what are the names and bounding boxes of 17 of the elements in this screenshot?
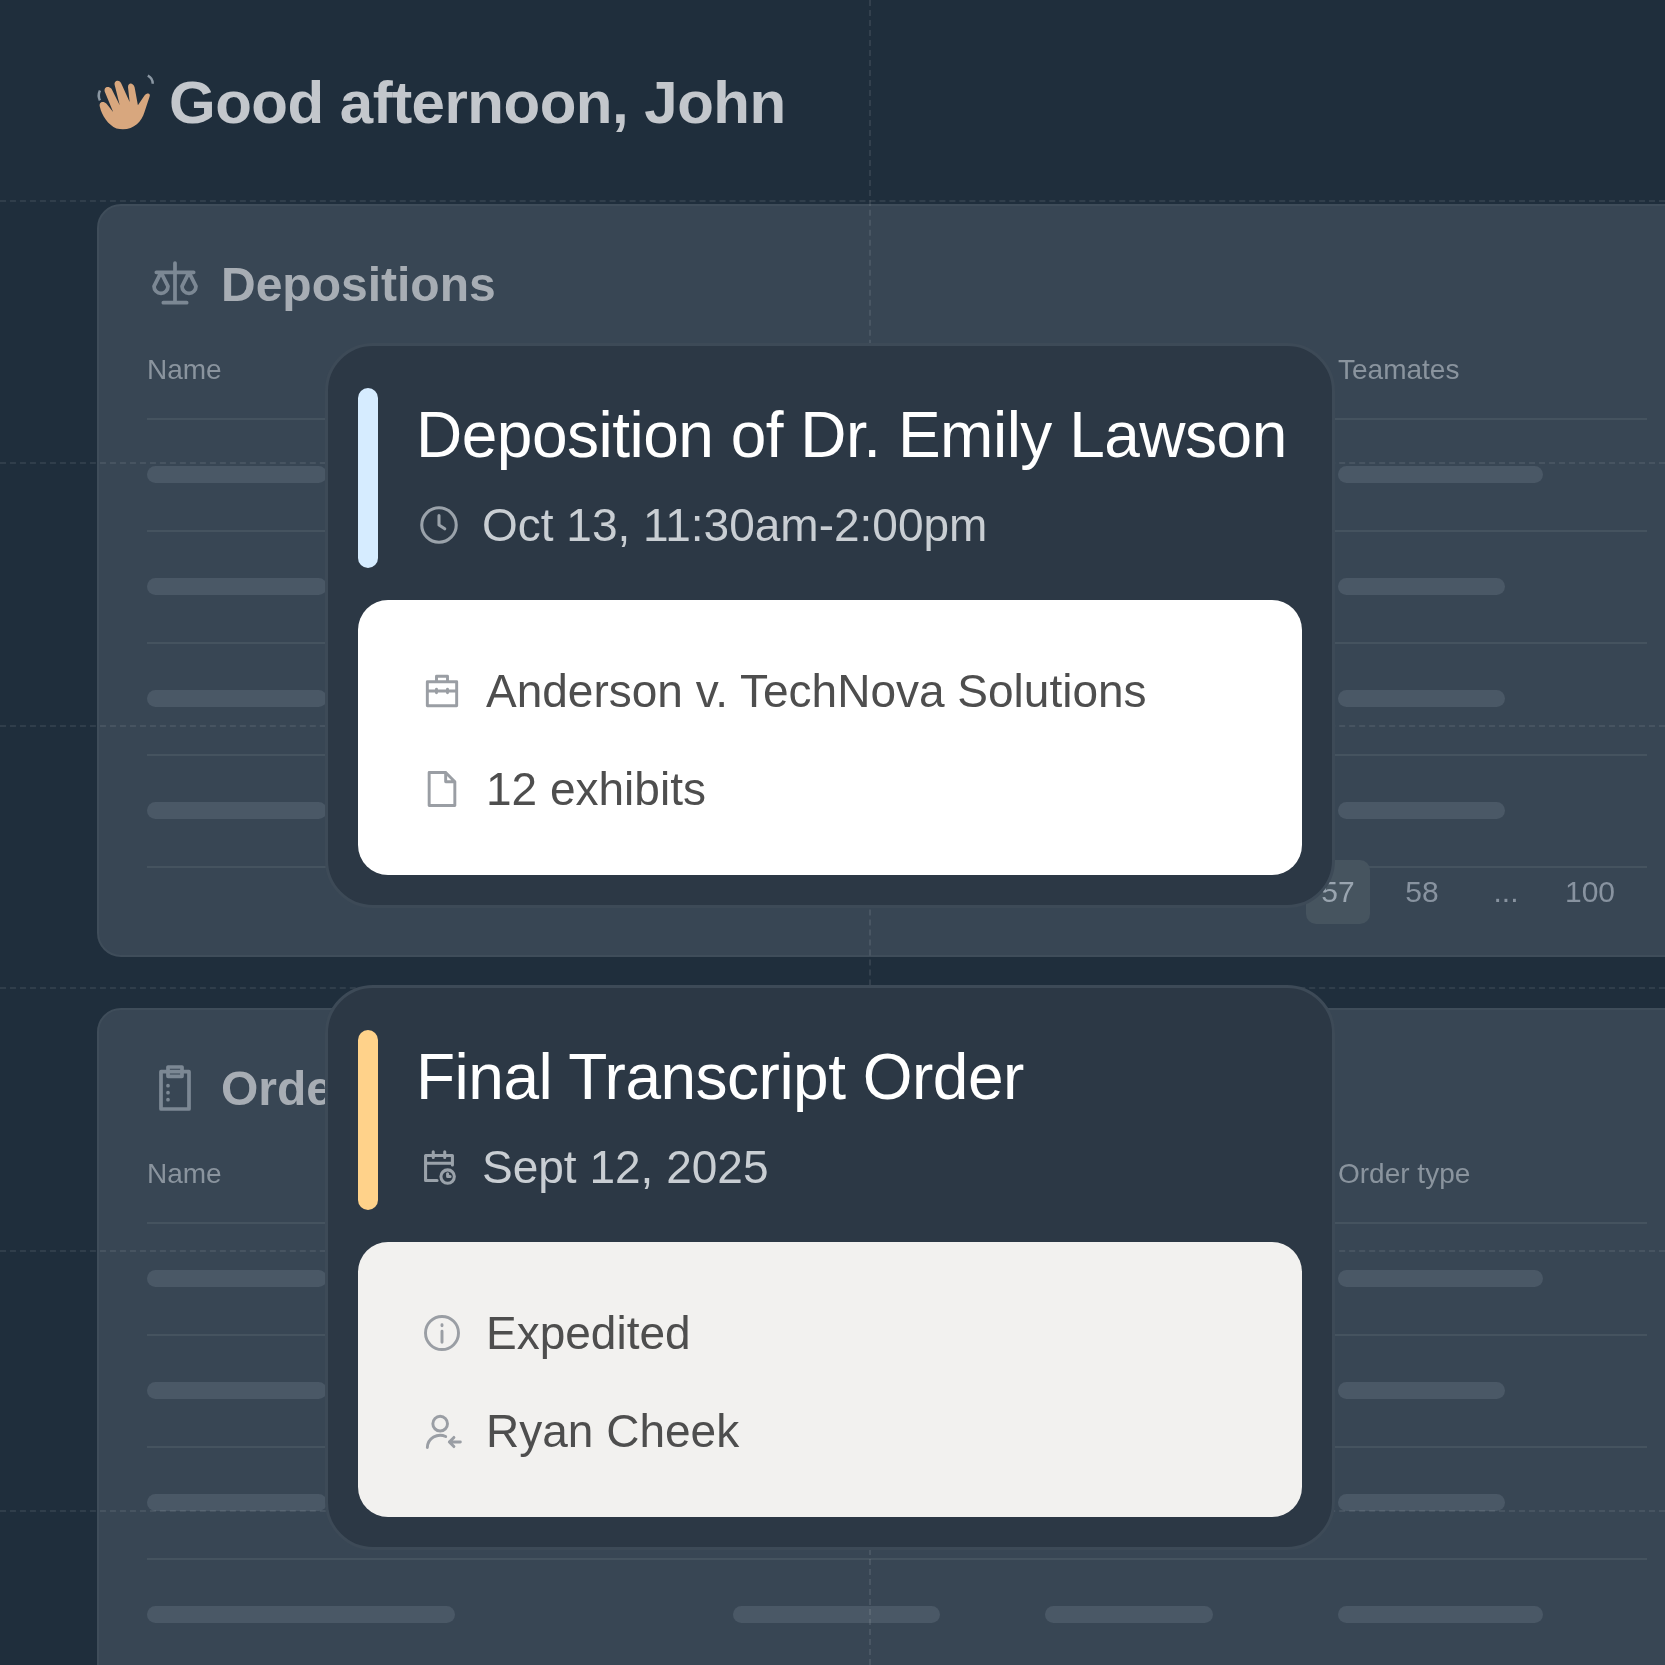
page-button[interactable]: ... [1474, 860, 1538, 924]
detail-text: Expedited [486, 1306, 691, 1360]
greeting-title: Good afternoon, John [169, 67, 786, 137]
page-button[interactable]: 100 [1558, 860, 1622, 924]
column-header: Order type [1338, 1158, 1471, 1190]
date-text: Sept 12, 2025 [482, 1140, 769, 1194]
detail-text: Anderson v. TechNova Solutions [486, 664, 1147, 718]
date-text: Oct 13, 11:30am-2:00pm [482, 498, 988, 552]
detail-text: 12 exhibits [486, 762, 706, 816]
column-header: Name [147, 1158, 222, 1190]
card-title: Final Transcript Order [416, 1040, 1024, 1114]
detail-text: Ryan Cheek [486, 1404, 740, 1458]
column-header: Name [147, 354, 222, 386]
page-button[interactable]: 58 [1390, 860, 1454, 924]
column-header: Teamates [1338, 354, 1460, 386]
card-title: Deposition of Dr. Emily Lawson [416, 398, 1287, 472]
panel-title: Depositions [221, 256, 496, 312]
